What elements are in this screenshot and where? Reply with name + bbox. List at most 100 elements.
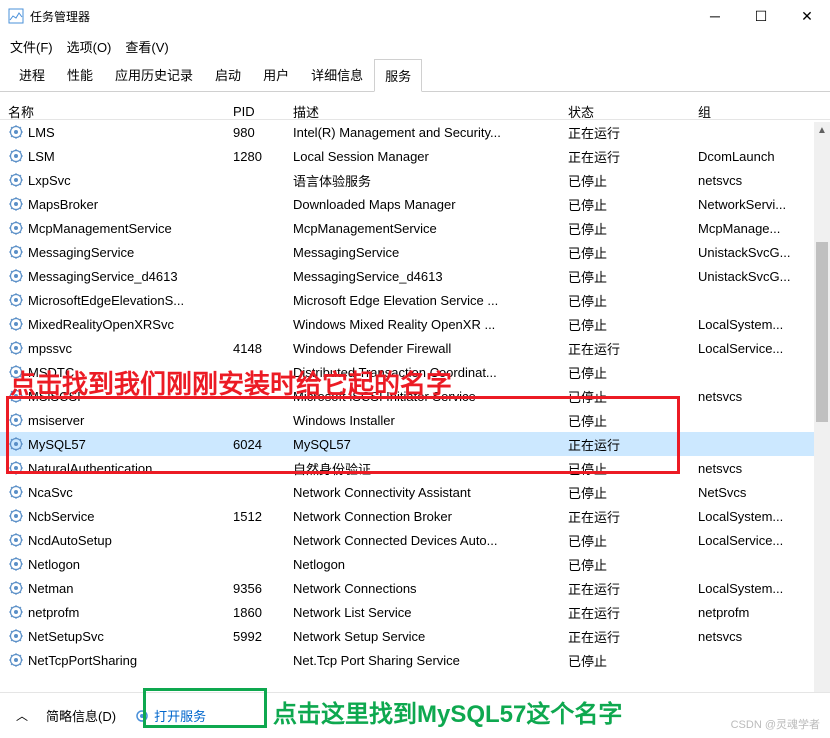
table-row[interactable]: NcbService1512Network Connection Broker正… — [0, 504, 830, 528]
cell-group: NetSvcs — [690, 485, 810, 500]
chevron-up-icon[interactable]: ︿ — [16, 707, 28, 724]
col-state[interactable]: 状态 — [560, 102, 690, 121]
menu-options[interactable]: 选项(O) — [67, 37, 112, 56]
cell-desc: McpManagementService — [285, 221, 560, 236]
table-row[interactable]: NetTcpPortSharing Net.Tcp Port Sharing Se… — [0, 648, 830, 672]
cell-group: LocalSystem... — [690, 317, 810, 332]
table-row[interactable]: NetlogonNetlogon已停止 — [0, 552, 830, 576]
cell-name: NetTcpPortSharing — [0, 652, 225, 668]
cell-name: msiserver — [0, 412, 225, 428]
cell-desc: Network Connectivity Assistant — [285, 485, 560, 500]
cell-desc: Net.Tcp Port Sharing Service — [285, 653, 560, 668]
tab-processes[interactable]: 进程 — [8, 58, 56, 91]
table-row[interactable]: MicrosoftEdgeElevationS... Microsoft Edge… — [0, 288, 830, 312]
tab-app-history[interactable]: 应用历史记录 — [104, 58, 204, 91]
col-name[interactable]: 名称 — [0, 102, 225, 121]
tab-users[interactable]: 用户 — [252, 58, 300, 91]
cell-group: McpManage... — [690, 221, 810, 236]
table-row[interactable]: MessagingService_d4613MessagingService_d… — [0, 264, 830, 288]
minimize-button[interactable]: ─ — [692, 0, 738, 32]
tab-details[interactable]: 详细信息 — [300, 58, 374, 91]
table-row[interactable]: NcdAutoSetupNetwork Connected Devices Au… — [0, 528, 830, 552]
close-button[interactable]: ✕ — [784, 0, 830, 32]
gear-icon — [134, 708, 150, 724]
tab-services[interactable]: 服务 — [374, 59, 422, 92]
cell-state: 正在运行 — [560, 627, 690, 646]
cell-pid: 9356 — [225, 581, 285, 596]
table-row[interactable]: MSiSCSIMicrosoft iSCSI Initiator Service… — [0, 384, 830, 408]
table-body: LMS980Intel(R) Management and Security..… — [0, 120, 830, 672]
cell-state: 正在运行 — [560, 339, 690, 358]
cell-desc: MySQL57 — [285, 437, 560, 452]
cell-state: 正在运行 — [560, 579, 690, 598]
cell-group: NetworkServi... — [690, 197, 810, 212]
table-row[interactable]: NetSetupSvc5992Network Setup Service正在运行… — [0, 624, 830, 648]
cell-state: 已停止 — [560, 363, 690, 382]
scroll-thumb[interactable] — [816, 242, 828, 422]
cell-name: MicrosoftEdgeElevationS... — [0, 292, 225, 308]
cell-group: UnistackSvcG... — [690, 269, 810, 284]
cell-desc: Distributed Transaction Coordinat... — [285, 365, 560, 380]
window-title: 任务管理器 — [30, 8, 692, 25]
cell-desc: Microsoft Edge Elevation Service ... — [285, 293, 560, 308]
cell-state: 已停止 — [560, 651, 690, 670]
vertical-scrollbar[interactable]: ▲ ▼ — [814, 122, 830, 712]
cell-name: NcbService — [0, 508, 225, 524]
menu-view[interactable]: 查看(V) — [125, 37, 168, 56]
cell-desc: MessagingService — [285, 245, 560, 260]
cell-group: netsvcs — [690, 389, 810, 404]
cell-name: LMS — [0, 124, 225, 140]
menubar: 文件(F) 选项(O) 查看(V) — [0, 32, 830, 60]
col-pid[interactable]: PID — [225, 104, 285, 119]
col-group[interactable]: 组 — [690, 102, 810, 121]
table-row[interactable]: msiserverWindows Installer已停止 — [0, 408, 830, 432]
cell-desc: Windows Defender Firewall — [285, 341, 560, 356]
table-row[interactable]: NaturalAuthentication自然身份验证已停止netsvcs — [0, 456, 830, 480]
table-row[interactable]: McpManagementServiceMcpManagementService… — [0, 216, 830, 240]
cell-pid: 1280 — [225, 149, 285, 164]
scroll-up-arrow[interactable]: ▲ — [814, 122, 830, 138]
cell-state: 已停止 — [560, 243, 690, 262]
window-controls: ─ ☐ ✕ — [692, 0, 830, 32]
app-icon — [8, 8, 24, 24]
cell-group: LocalService... — [690, 341, 810, 356]
cell-name: MixedRealityOpenXRSvc — [0, 316, 225, 332]
open-services-link[interactable]: 打开服务 — [134, 706, 206, 725]
table-row[interactable]: LxpSvc语言体验服务已停止netsvcs — [0, 168, 830, 192]
cell-name: NcdAutoSetup — [0, 532, 225, 548]
table-row[interactable]: MapsBrokerDownloaded Maps Manager已停止Netw… — [0, 192, 830, 216]
cell-state: 已停止 — [560, 555, 690, 574]
cell-state: 已停止 — [560, 195, 690, 214]
table-row[interactable]: LSM1280Local Session Manager正在运行DcomLaun… — [0, 144, 830, 168]
cell-state: 已停止 — [560, 411, 690, 430]
table-row[interactable]: Netman9356Network Connections正在运行LocalSy… — [0, 576, 830, 600]
cell-state: 已停止 — [560, 459, 690, 478]
tab-startup[interactable]: 启动 — [204, 58, 252, 91]
cell-name: MessagingService_d4613 — [0, 268, 225, 284]
cell-name: NaturalAuthentication — [0, 460, 225, 476]
menu-file[interactable]: 文件(F) — [10, 37, 53, 56]
titlebar: 任务管理器 ─ ☐ ✕ — [0, 0, 830, 32]
cell-pid: 1860 — [225, 605, 285, 620]
col-desc[interactable]: 描述 — [285, 102, 560, 121]
tab-performance[interactable]: 性能 — [56, 58, 104, 91]
table-row[interactable]: mpssvc4148Windows Defender Firewall正在运行L… — [0, 336, 830, 360]
table-row[interactable]: LMS980Intel(R) Management and Security..… — [0, 120, 830, 144]
table-row[interactable]: MessagingServiceMessagingService已停止Unist… — [0, 240, 830, 264]
cell-desc: Network Connections — [285, 581, 560, 596]
table-row[interactable]: netprofm1860Network List Service正在运行netp… — [0, 600, 830, 624]
cell-group: netsvcs — [690, 461, 810, 476]
services-table: 名称 PID 描述 状态 组 LMS980Intel(R) Management… — [0, 92, 830, 712]
table-row[interactable]: MySQL576024MySQL57正在运行 — [0, 432, 830, 456]
cell-state: 已停止 — [560, 171, 690, 190]
fewer-details-link[interactable]: 简略信息(D) — [46, 706, 116, 725]
cell-desc: Local Session Manager — [285, 149, 560, 164]
cell-name: MessagingService — [0, 244, 225, 260]
table-row[interactable]: MixedRealityOpenXRSvcWindows Mixed Reali… — [0, 312, 830, 336]
cell-pid: 4148 — [225, 341, 285, 356]
table-row[interactable]: MSDTCDistributed Transaction Coordinat..… — [0, 360, 830, 384]
table-row[interactable]: NcaSvcNetwork Connectivity Assistant已停止N… — [0, 480, 830, 504]
table-header: 名称 PID 描述 状态 组 — [0, 92, 830, 120]
cell-group: DcomLaunch — [690, 149, 810, 164]
maximize-button[interactable]: ☐ — [738, 0, 784, 32]
